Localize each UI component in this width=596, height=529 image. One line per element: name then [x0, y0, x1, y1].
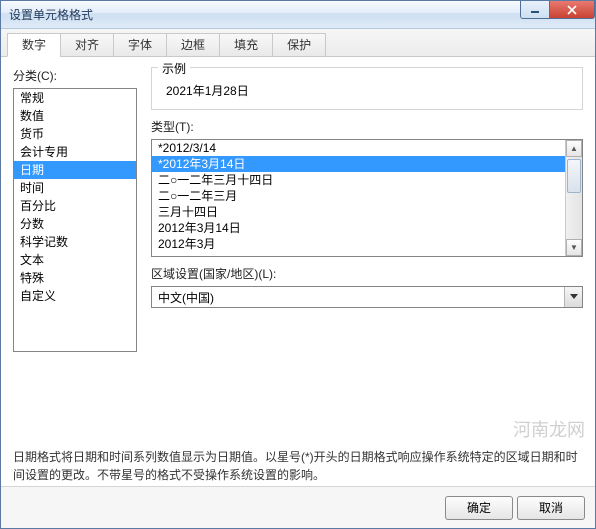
category-item-accounting[interactable]: 会计专用	[14, 143, 136, 161]
category-label: 分类(C):	[13, 67, 137, 84]
type-label: 类型(T):	[151, 118, 583, 135]
locale-value: 中文(中国)	[152, 289, 564, 306]
tab-align[interactable]: 对齐	[60, 33, 114, 57]
category-item-currency[interactable]: 货币	[14, 125, 136, 143]
tab-font[interactable]: 字体	[113, 33, 167, 57]
chevron-down-icon	[570, 294, 578, 300]
type-item[interactable]: 三月十四日	[152, 204, 565, 220]
type-item[interactable]: 二○一二年三月十四日	[152, 172, 565, 188]
tab-label: 数字	[22, 38, 46, 52]
minimize-button[interactable]	[520, 1, 550, 19]
window-title: 设置单元格格式	[9, 6, 93, 23]
type-item[interactable]: 2012年3月14日	[152, 220, 565, 236]
tabstrip: 数字 对齐 字体 边框 填充 保护	[1, 29, 595, 57]
category-listbox[interactable]: 常规 数值 货币 会计专用 日期 时间 百分比 分数 科学记数 文本 特殊 自定…	[13, 88, 137, 352]
category-item-percent[interactable]: 百分比	[14, 197, 136, 215]
type-item[interactable]: 二○一二年三月	[152, 188, 565, 204]
category-item-time[interactable]: 时间	[14, 179, 136, 197]
titlebar: 设置单元格格式	[1, 1, 595, 29]
category-item-fraction[interactable]: 分数	[14, 215, 136, 233]
locale-label: 区域设置(国家/地区)(L):	[151, 265, 583, 282]
footer: 确定 取消	[1, 486, 595, 528]
tab-label: 对齐	[75, 38, 99, 52]
minimize-icon	[530, 6, 540, 14]
category-item-text[interactable]: 文本	[14, 251, 136, 269]
scroll-down-icon[interactable]: ▼	[566, 239, 582, 256]
right-column: 示例 2021年1月28日 类型(T): *2012/3/14 *2012年3月…	[151, 67, 583, 352]
sample-group: 示例 2021年1月28日	[151, 67, 583, 110]
close-icon	[567, 5, 577, 15]
tab-protect[interactable]: 保护	[272, 33, 326, 57]
tab-label: 填充	[234, 38, 258, 52]
category-item-scientific[interactable]: 科学记数	[14, 233, 136, 251]
tab-label: 保护	[287, 38, 311, 52]
category-item-special[interactable]: 特殊	[14, 269, 136, 287]
dialog-body: 分类(C): 常规 数值 货币 会计专用 日期 时间 百分比 分数 科学记数 文…	[1, 57, 595, 486]
category-item-general[interactable]: 常规	[14, 89, 136, 107]
tab-label: 字体	[128, 38, 152, 52]
locale-select[interactable]: 中文(中国)	[151, 286, 583, 308]
category-item-number[interactable]: 数值	[14, 107, 136, 125]
sample-value: 2021年1月28日	[162, 82, 572, 99]
dropdown-button[interactable]	[564, 287, 582, 307]
type-listbox[interactable]: *2012/3/14 *2012年3月14日 二○一二年三月十四日 二○一二年三…	[151, 139, 583, 257]
scroll-up-icon[interactable]: ▲	[566, 140, 582, 157]
ok-button[interactable]: 确定	[445, 496, 513, 520]
category-column: 分类(C): 常规 数值 货币 会计专用 日期 时间 百分比 分数 科学记数 文…	[13, 67, 137, 352]
sample-legend: 示例	[158, 60, 190, 77]
description-text: 日期格式将日期和时间系列数值显示为日期值。以星号(*)开头的日期格式响应操作系统…	[13, 448, 583, 484]
tab-border[interactable]: 边框	[166, 33, 220, 57]
category-item-date[interactable]: 日期	[14, 161, 136, 179]
watermark-text: 河南龙网	[513, 416, 585, 442]
category-item-custom[interactable]: 自定义	[14, 287, 136, 305]
window-controls	[521, 1, 595, 19]
tab-label: 边框	[181, 38, 205, 52]
tab-fill[interactable]: 填充	[219, 33, 273, 57]
type-item[interactable]: *2012年3月14日	[152, 156, 565, 172]
type-scrollbar[interactable]: ▲ ▼	[565, 140, 582, 256]
scroll-track[interactable]	[566, 157, 582, 239]
scroll-thumb[interactable]	[567, 159, 581, 193]
cancel-button[interactable]: 取消	[517, 496, 585, 520]
close-button[interactable]	[549, 1, 595, 19]
dialog-window: 设置单元格格式 数字 对齐 字体 边框 填充 保护 分类(C): 常规	[0, 0, 596, 529]
type-item[interactable]: 2012年3月	[152, 236, 565, 252]
type-item[interactable]: *2012/3/14	[152, 140, 565, 156]
tab-number[interactable]: 数字	[7, 33, 61, 57]
